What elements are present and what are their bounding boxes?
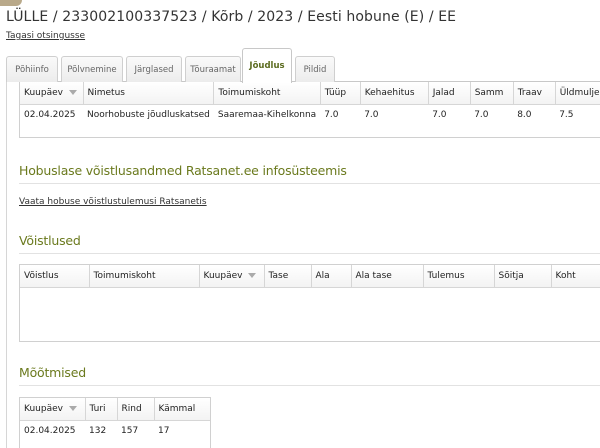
tab-polvnemine[interactable]: Põlvnemine	[61, 56, 123, 82]
col-tuup[interactable]: Tüüp	[320, 82, 361, 105]
col-soitja[interactable]: Sõitja	[494, 265, 552, 288]
cell-toimumiskoht: Saaremaa-Kihelkonna	[217, 110, 317, 121]
back-to-search-link[interactable]: Tagasi otsingusse	[6, 31, 85, 41]
competitions-table: Võistlus Toimumiskoht Kuupäev Tase Ala A…	[19, 264, 600, 342]
tab-jarglased[interactable]: Järglased	[126, 56, 182, 82]
cell-kammal: 17	[158, 426, 170, 437]
tab-pildid[interactable]: Pildid	[295, 56, 335, 82]
performance-table: Kuupäev Nimetus Toimumiskoht Tüüp Kehaeh…	[19, 82, 600, 138]
cell-tuup: 7.0	[324, 110, 339, 121]
cell-kuupaev: 02.04.2025	[24, 426, 76, 437]
table-header-row: Kuupäev Nimetus Toimumiskoht Tüüp Kehaeh…	[20, 82, 600, 105]
section-divider	[19, 385, 600, 386]
col-jalad[interactable]: Jalad	[428, 82, 471, 105]
col-ala-tase[interactable]: Ala tase	[351, 265, 424, 288]
cell-uldmulje: 7.5	[559, 110, 574, 121]
col-tase[interactable]: Tase	[264, 265, 312, 288]
logo-corner	[0, 0, 22, 6]
page-title: LÜLLE / 233002100337523 / Kõrb / 2023 / …	[6, 9, 457, 25]
col-kuupaev[interactable]: Kuupäev	[199, 265, 265, 288]
cell-samm: 7.0	[474, 110, 489, 121]
col-kehaehitus[interactable]: Kehaehitus	[360, 82, 429, 105]
sort-down-icon	[248, 272, 257, 278]
col-ala[interactable]: Ala	[311, 265, 352, 288]
ratsanet-section-title: Hobuslase võistlusandmed Ratsanet.ee inf…	[19, 163, 347, 178]
table-row: 02.04.2025 132 157 17	[20, 420, 210, 442]
cell-traav: 8.0	[517, 110, 532, 121]
tab-pohiinfo[interactable]: Põhiinfo	[6, 56, 58, 82]
col-kuupaev[interactable]: Kuupäev	[20, 398, 86, 421]
measurements-section-title: Mõõtmised	[19, 365, 86, 380]
measurements-table: Kuupäev Turi Rind Kämmal 02.04.2025 132 …	[19, 397, 211, 448]
table-header-row: Kuupäev Turi Rind Kämmal	[20, 398, 210, 421]
col-turi[interactable]: Turi	[85, 398, 118, 421]
table-row: 02.04.2025 Noorhobuste jõudluskatsed Saa…	[20, 104, 600, 126]
col-tulemus[interactable]: Tulemus	[423, 265, 495, 288]
col-uldmulje[interactable]: Üldmulje	[555, 82, 600, 105]
competitions-section-title: Võistlused	[19, 233, 81, 248]
tab-joudlus[interactable]: Jõudlus	[242, 48, 292, 83]
col-nimetus[interactable]: Nimetus	[83, 82, 215, 105]
cell-kuupaev: 02.04.2025	[24, 110, 76, 121]
col-samm[interactable]: Samm	[470, 82, 514, 105]
ratsanet-results-link[interactable]: Vaata hobuse võistlustulemusi Ratsanetis	[19, 197, 207, 207]
tab-touraamat[interactable]: Tõuraamat	[185, 56, 241, 82]
col-rind[interactable]: Rind	[117, 398, 155, 421]
cell-rind: 157	[121, 426, 139, 437]
sort-down-icon	[68, 89, 77, 95]
content-area: Kuupäev Nimetus Toimumiskoht Tüüp Kehaeh…	[6, 82, 600, 448]
col-toimumiskoht[interactable]: Toimumiskoht	[213, 82, 321, 105]
section-divider	[19, 253, 600, 254]
col-traav[interactable]: Traav	[513, 82, 556, 105]
col-voistlus[interactable]: Võistlus	[20, 265, 90, 288]
col-kammal[interactable]: Kämmal	[154, 398, 210, 421]
col-toimumiskoht[interactable]: Toimumiskoht	[89, 265, 200, 288]
section-divider	[19, 183, 600, 184]
cell-jalad: 7.0	[432, 110, 447, 121]
cell-nimetus: Noorhobuste jõudluskatsed	[87, 110, 210, 121]
col-koht[interactable]: Koht	[551, 265, 600, 288]
col-kuupaev[interactable]: Kuupäev	[20, 82, 84, 105]
cell-kehaehitus: 7.0	[364, 110, 379, 121]
table-header-row: Võistlus Toimumiskoht Kuupäev Tase Ala A…	[20, 265, 600, 288]
sort-down-icon	[68, 405, 77, 411]
cell-turi: 132	[89, 426, 107, 437]
tab-bar: Põhiinfo Põlvnemine Järglased Tõuraamat …	[6, 48, 600, 83]
